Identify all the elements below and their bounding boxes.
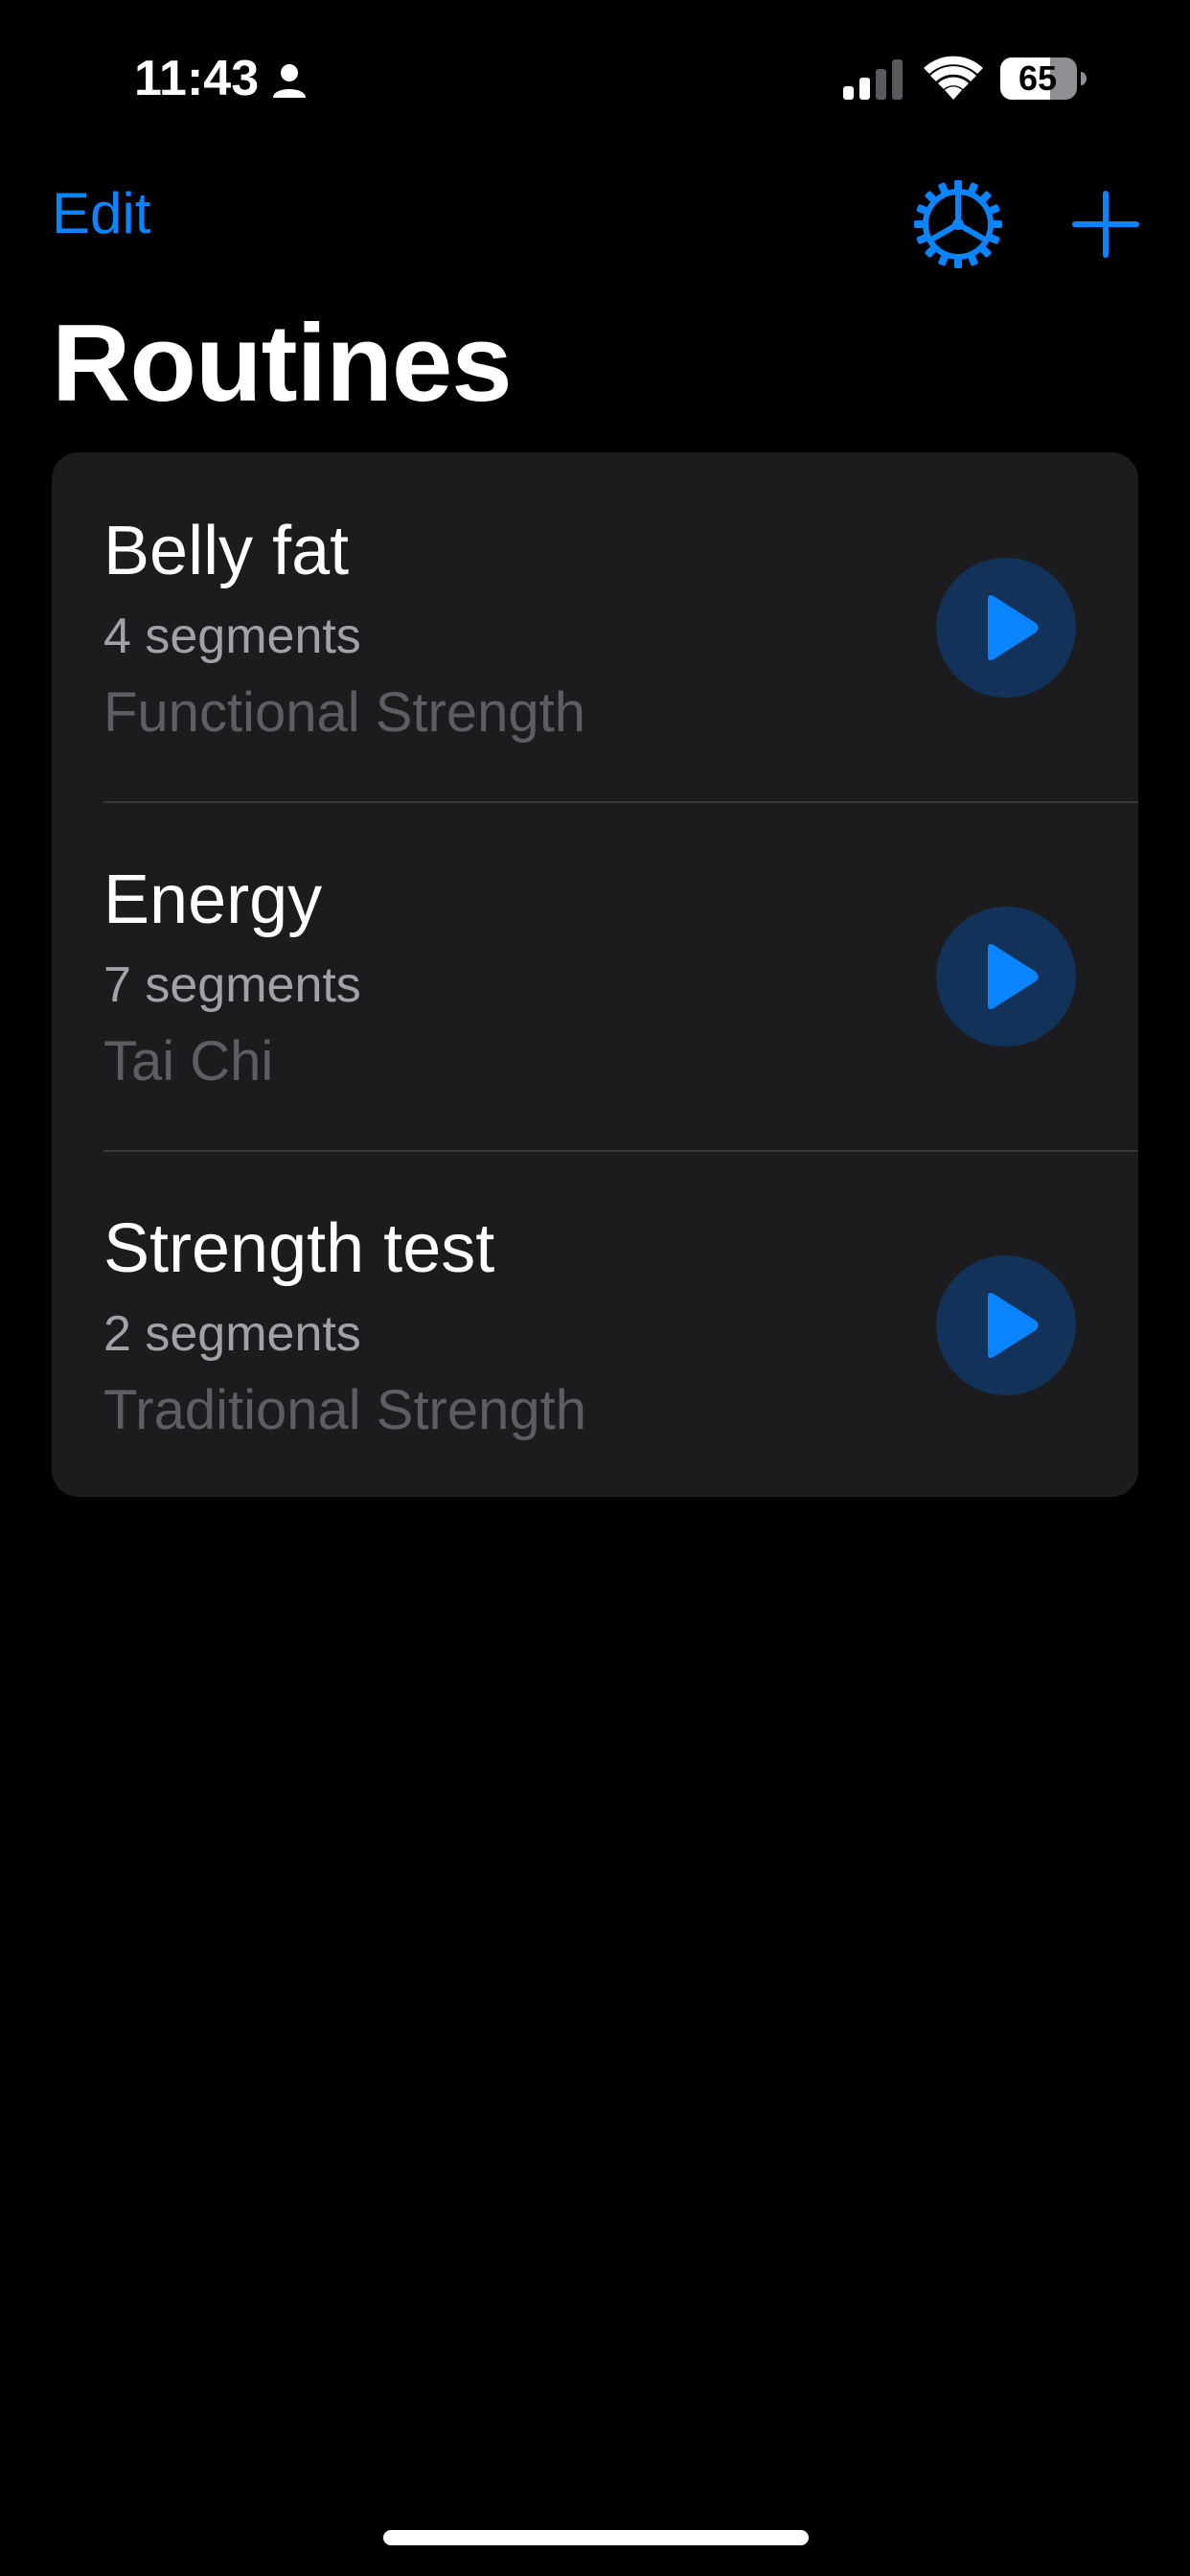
routine-segments: 2 segments bbox=[103, 1306, 361, 1362]
routine-type: Traditional Strength bbox=[103, 1379, 587, 1441]
settings-button[interactable] bbox=[912, 178, 1004, 270]
routine-name: Strength test bbox=[103, 1210, 495, 1287]
routine-name: Energy bbox=[103, 862, 323, 938]
edit-button[interactable]: Edit bbox=[52, 180, 150, 246]
status-bar: 11:43 65 bbox=[0, 0, 1190, 153]
status-time: 11:43 bbox=[134, 51, 260, 106]
routine-segments: 4 segments bbox=[103, 609, 361, 664]
routine-list: Belly fat 4 segments Functional Strength… bbox=[52, 452, 1138, 1497]
page-title: Routines bbox=[52, 303, 513, 425]
routine-type: Functional Strength bbox=[103, 681, 585, 744]
plus-icon bbox=[1072, 191, 1139, 258]
routines-screen: 11:43 65 Edit Routines Belly fat 4 segme… bbox=[0, 0, 1190, 2576]
gear-icon bbox=[914, 180, 1002, 268]
play-button[interactable] bbox=[936, 1255, 1076, 1395]
play-button[interactable] bbox=[936, 907, 1076, 1046]
routine-type: Tai Chi bbox=[103, 1030, 274, 1092]
battery-level: 65 bbox=[1018, 58, 1058, 98]
routine-row[interactable]: Strength test 2 segments Traditional Str… bbox=[52, 1150, 1138, 1497]
play-icon bbox=[988, 595, 1039, 660]
signal-icon bbox=[843, 59, 903, 100]
routine-segments: 7 segments bbox=[103, 957, 361, 1013]
routine-row[interactable]: Belly fat 4 segments Functional Strength bbox=[52, 452, 1138, 801]
play-icon bbox=[988, 944, 1039, 1009]
routine-row[interactable]: Energy 7 segments Tai Chi bbox=[52, 801, 1138, 1150]
play-button[interactable] bbox=[936, 558, 1076, 698]
home-indicator[interactable] bbox=[383, 2530, 809, 2545]
wifi-icon bbox=[924, 56, 983, 100]
routine-name: Belly fat bbox=[103, 513, 350, 589]
play-icon bbox=[988, 1293, 1039, 1358]
person-icon bbox=[273, 64, 306, 98]
add-button[interactable] bbox=[1060, 178, 1152, 270]
